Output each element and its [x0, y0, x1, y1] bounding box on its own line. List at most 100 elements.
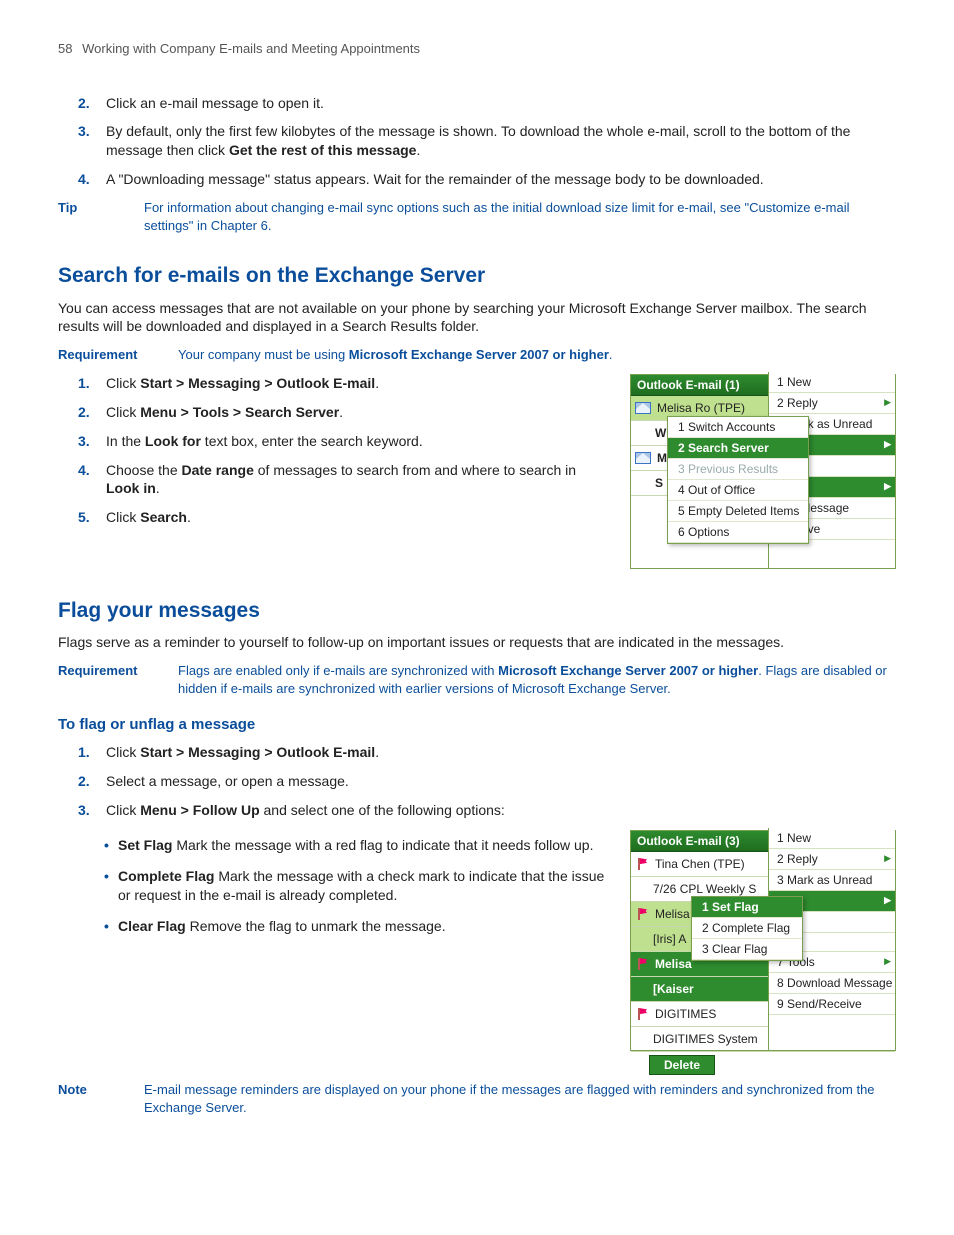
submenu-set-flag[interactable]: 1 Set Flag [692, 897, 802, 918]
step-bold: Start > Messaging > Outlook E-mail [140, 375, 375, 391]
submenu-clear-flag[interactable]: 3 Clear Flag [692, 939, 802, 960]
row-text: 7/26 CPL Weekly S [653, 883, 756, 895]
menu-label: 2 Reply [777, 852, 818, 866]
menu-label: 8 Download Message [777, 976, 892, 990]
menu-label: 4 Out of Office [678, 483, 755, 497]
req-before: Flags are enabled only if e-mails are sy… [178, 663, 498, 678]
submenu-options[interactable]: 6 Options [668, 522, 808, 543]
step-text: Click [106, 404, 140, 420]
menu-label: 9 Send/Receive [777, 997, 862, 1011]
step-2: 2. Click an e-mail message to open it. [58, 94, 896, 113]
search-steps: 1. Click Start > Messaging > Outlook E-m… [58, 374, 610, 527]
step-text-after: . [375, 375, 379, 391]
chapter-title: Working with Company E-mails and Meeting… [82, 41, 420, 56]
step-bold: Menu > Tools > Search Server [140, 404, 339, 420]
step-number: 4. [78, 170, 90, 189]
option-bold: Complete Flag [118, 868, 214, 884]
search-requirement: Requirement Your company must be using M… [58, 346, 896, 364]
flag-step-2: 2. Select a message, or open a message. [58, 772, 896, 791]
step-number: 1. [78, 743, 90, 762]
step-text: Click [106, 802, 140, 818]
search-step-2: 2. Click Menu > Tools > Search Server. [58, 403, 610, 422]
step-text: Click [106, 375, 140, 391]
step-bold: Date range [182, 462, 254, 478]
step-3: 3. By default, only the first few kiloby… [58, 122, 896, 160]
tip: Tip For information about changing e-mai… [58, 199, 896, 234]
menu-item-download-message[interactable]: 8 Download Message [769, 973, 895, 994]
option-clear-flag: Clear Flag Remove the flag to unmark the… [58, 917, 610, 936]
row-text: DIGITIMES System [653, 1033, 758, 1045]
step-bold-2: Look in [106, 480, 156, 496]
menu-item-send-receive[interactable]: 9 Send/Receive [769, 994, 895, 1015]
submenu-complete-flag[interactable]: 2 Complete Flag [692, 918, 802, 939]
step-number: 3. [78, 432, 90, 451]
menu-label: 3 Previous Results [678, 462, 778, 476]
option-set-flag: Set Flag Mark the message with a red fla… [58, 836, 610, 855]
step-text: By default, only the first few kilobytes… [106, 123, 850, 158]
step-text-after: . [187, 509, 191, 525]
tip-body: For information about changing e-mail sy… [144, 199, 896, 234]
menu-label: 2 Reply [777, 396, 818, 410]
menu-item-reply[interactable]: 2 Reply [769, 393, 895, 414]
step-4: 4. A "Downloading message" status appear… [58, 170, 896, 189]
step-bold: Look for [145, 433, 201, 449]
step-text: Click an e-mail message to open it. [106, 95, 324, 111]
requirement-body: Your company must be using Microsoft Exc… [178, 346, 896, 364]
step-bold: Get the rest of this message [229, 142, 417, 158]
submenu-search-server[interactable]: 2 Search Server [668, 438, 808, 459]
menu-label: 1 Set Flag [702, 900, 759, 914]
submenu-switch-accounts[interactable]: 1 Switch Accounts [668, 417, 808, 438]
step-number: 5. [78, 508, 90, 527]
section-heading-flag: Flag your messages [58, 597, 896, 625]
menu-item-new[interactable]: 1 New [769, 372, 895, 393]
phone-screenshot-flag: Outlook E-mail (3) 1 New 2 Reply 3 Mark … [630, 830, 896, 1051]
submenu-out-of-office[interactable]: 4 Out of Office [668, 480, 808, 501]
search-step-1: 1. Click Start > Messaging > Outlook E-m… [58, 374, 610, 393]
flag-icon [635, 957, 649, 971]
delete-button[interactable]: Delete [649, 1055, 715, 1075]
flag-icon [635, 1007, 649, 1021]
step-number: 2. [78, 403, 90, 422]
step-text: Click [106, 744, 140, 760]
page-number: 58 [58, 41, 72, 56]
menu-label: 1 New [777, 375, 811, 389]
option-text: Mark the message with a red flag to indi… [172, 837, 593, 853]
followup-submenu: 1 Set Flag 2 Complete Flag 3 Clear Flag [691, 896, 803, 961]
note-label: Note [58, 1081, 144, 1116]
flag-icon [635, 857, 649, 871]
step-number: 3. [78, 122, 90, 141]
req-bold: Microsoft Exchange Server 2007 or higher [349, 347, 609, 362]
section-heading-search: Search for e-mails on the Exchange Serve… [58, 262, 896, 290]
sender-name: DIGITIMES [655, 1008, 716, 1020]
step-text-after: text box, enter the search keyword. [201, 433, 423, 449]
row-text: [Kaiser [653, 983, 694, 995]
step-number: 3. [78, 801, 90, 820]
step-text: Select a message, or open a message. [106, 773, 349, 789]
sender-name: Melisa Ro (TPE) [657, 402, 745, 414]
step-text: In the [106, 433, 145, 449]
step-number: 1. [78, 374, 90, 393]
menu-item-mark-unread[interactable]: 3 Mark as Unread [769, 870, 895, 891]
option-complete-flag: Complete Flag Mark the message with a ch… [58, 867, 610, 905]
submenu-empty-deleted[interactable]: 5 Empty Deleted Items [668, 501, 808, 522]
requirement-body: Flags are enabled only if e-mails are sy… [178, 662, 896, 697]
menu-label: 2 Search Server [678, 441, 769, 455]
req-before: Your company must be using [178, 347, 349, 362]
menu-item-new[interactable]: 1 New [769, 828, 895, 849]
step-number: 2. [78, 94, 90, 113]
option-bold: Clear Flag [118, 918, 186, 934]
menu-item-reply[interactable]: 2 Reply [769, 849, 895, 870]
option-bold: Set Flag [118, 837, 172, 853]
flag-steps: 1. Click Start > Messaging > Outlook E-m… [58, 743, 896, 820]
step-bold: Search [140, 509, 187, 525]
step-text: A "Downloading message" status appears. … [106, 171, 764, 187]
phone-title: Outlook E-mail (3) [637, 835, 740, 847]
note-body: E-mail message reminders are displayed o… [144, 1081, 896, 1116]
menu-label: 2 Complete Flag [702, 921, 790, 935]
intro-steps: 2. Click an e-mail message to open it. 3… [58, 94, 896, 190]
step-text-after: of messages to search from and where to … [254, 462, 576, 478]
requirement-label: Requirement [58, 662, 178, 697]
phone-title: Outlook E-mail (1) [637, 379, 740, 391]
row-text: M [657, 452, 667, 464]
search-step-4: 4. Choose the Date range of messages to … [58, 461, 610, 499]
